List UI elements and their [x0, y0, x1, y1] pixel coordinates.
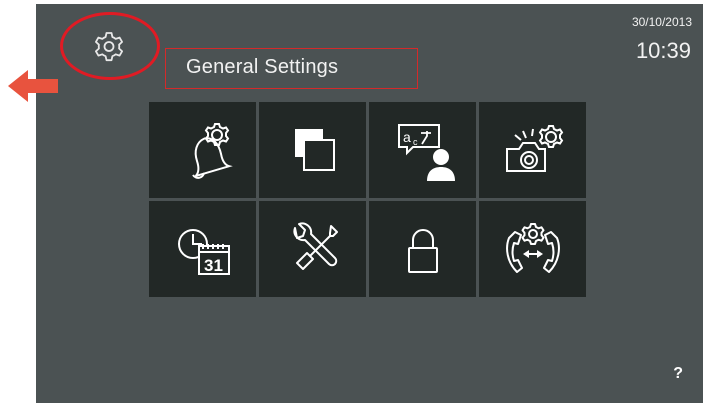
page-title: General Settings	[186, 56, 339, 78]
maintenance-settings-tile[interactable]	[259, 201, 366, 297]
settings-grid: a c 31	[149, 102, 586, 297]
language-user-icon: a c	[397, 124, 455, 181]
date-time-settings-tile[interactable]: 31	[149, 201, 256, 297]
call-forwarding-settings-tile[interactable]	[479, 201, 586, 297]
help-button[interactable]: ?	[673, 365, 683, 383]
camera-gear-icon	[505, 125, 563, 172]
lock-icon	[407, 229, 438, 273]
camera-settings-tile[interactable]	[479, 102, 586, 198]
display-settings-tile[interactable]	[259, 102, 366, 198]
left-arrow-annotation-icon	[8, 70, 58, 102]
svg-text:a: a	[403, 129, 411, 145]
bell-gear-icon	[191, 123, 233, 179]
date-display: 30/10/2013	[631, 15, 692, 29]
tools-icon	[292, 222, 338, 270]
svg-text:c: c	[413, 137, 418, 147]
time-display: 10:39	[635, 38, 691, 63]
security-settings-tile[interactable]	[369, 201, 476, 297]
ringtone-settings-tile[interactable]	[149, 102, 256, 198]
windows-icon	[294, 129, 335, 171]
clock-calendar-icon: 31	[177, 229, 230, 275]
gear-highlight-circle	[60, 12, 160, 80]
language-settings-tile[interactable]: a c	[369, 102, 476, 198]
call-transfer-gear-icon	[505, 223, 560, 273]
calendar-day-number: 31	[204, 256, 223, 275]
